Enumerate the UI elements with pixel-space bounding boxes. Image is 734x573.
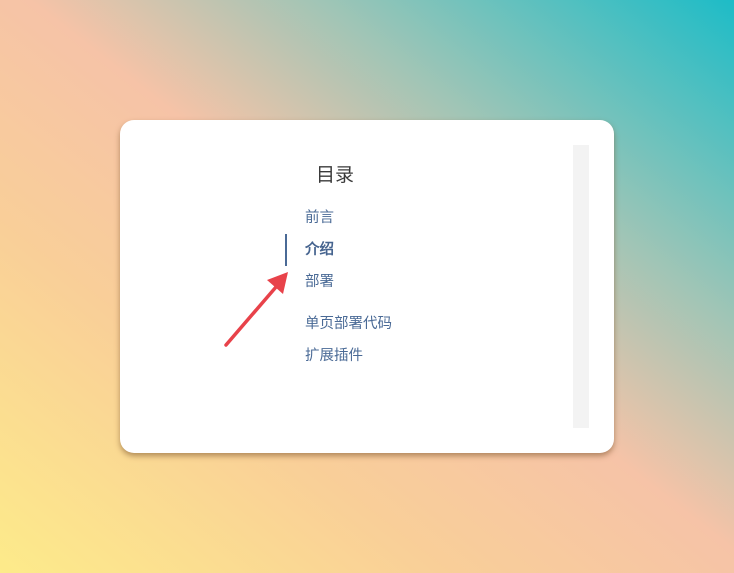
toc-card: 目录 前言 介绍 部署 单页部署代码 扩展插件 xyxy=(120,120,614,453)
active-indicator xyxy=(285,234,287,266)
toc-item-deploy[interactable]: 部署 xyxy=(305,272,334,292)
toc-item-single-page-deploy-code[interactable]: 单页部署代码 xyxy=(305,314,392,334)
toc-item-introduction[interactable]: 介绍 xyxy=(305,240,334,260)
scrollbar-track[interactable] xyxy=(573,145,589,428)
toc-item-extensions[interactable]: 扩展插件 xyxy=(305,346,363,366)
toc-item-preface[interactable]: 前言 xyxy=(305,208,334,228)
toc-title: 目录 xyxy=(316,164,355,186)
